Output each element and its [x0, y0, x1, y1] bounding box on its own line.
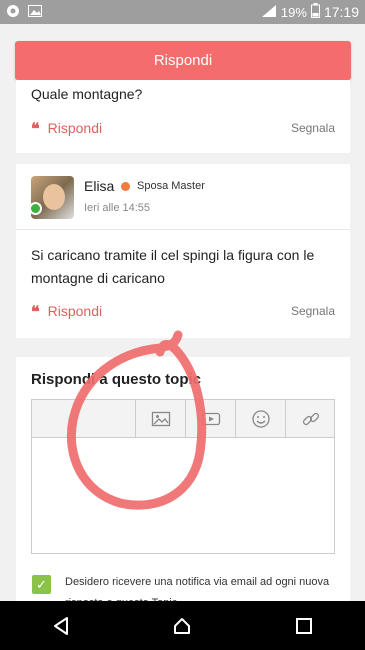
author-role: Sposa Master	[137, 180, 205, 192]
reply-label: Rispondi	[47, 120, 103, 136]
reply-form-title: Rispondi a questo topic	[31, 371, 202, 388]
divider	[16, 229, 350, 230]
report-link[interactable]: Segnala	[291, 304, 335, 318]
previous-post-text: Quale montagne?	[31, 86, 143, 102]
post-reply-link[interactable]: ❝ Rispondi	[31, 302, 102, 321]
editor-toolbar	[32, 400, 334, 438]
quote-icon: ❝	[31, 301, 40, 321]
image-icon	[151, 411, 170, 427]
previous-post-reply-link[interactable]: ❝ Rispondi	[31, 119, 102, 138]
recents-button[interactable]	[284, 606, 324, 646]
post-body: Si caricano tramite il cel spingi la fig…	[31, 247, 315, 286]
link-icon	[302, 412, 319, 426]
record-icon	[6, 4, 20, 21]
reply-form-card: Rispondi a questo topic ✓ Desidero ricev…	[16, 357, 350, 609]
insert-video-button[interactable]	[185, 400, 235, 438]
quote-icon: ❝	[31, 118, 40, 138]
reply-editor[interactable]	[31, 399, 335, 554]
signal-icon	[261, 4, 277, 21]
post-timestamp: Ieri alle 14:55	[84, 202, 151, 214]
video-icon	[201, 412, 220, 426]
back-button[interactable]	[41, 606, 81, 646]
notify-checkbox[interactable]: ✓	[32, 575, 51, 594]
battery-icon	[310, 3, 320, 21]
home-button[interactable]	[162, 606, 202, 646]
insert-image-button[interactable]	[135, 400, 185, 438]
insert-link-button[interactable]	[285, 400, 335, 438]
avatar-face	[43, 184, 65, 210]
previous-post-card: Quale montagne? ❝ Rispondi Segnala	[16, 80, 350, 153]
previous-post-actions: ❝ Rispondi Segnala	[31, 118, 335, 138]
back-icon	[53, 616, 68, 635]
insert-emoji-button[interactable]	[235, 400, 285, 438]
emoji-icon	[251, 410, 270, 428]
recents-icon	[296, 617, 313, 634]
navigation-bar	[0, 601, 365, 650]
status-bar: 19% 17:19	[0, 0, 365, 24]
reply-label: Rispondi	[47, 303, 103, 319]
post-actions: ❝ Rispondi Segnala	[31, 301, 335, 321]
report-link[interactable]: Segnala	[291, 121, 335, 135]
battery-percentage: 19%	[280, 4, 307, 20]
online-status-dot	[29, 202, 42, 215]
author-name[interactable]: Elisa	[84, 178, 114, 194]
post-card: Elisa Sposa Master Ieri alle 14:55 Si ca…	[16, 164, 350, 338]
gallery-notification-icon	[28, 4, 42, 20]
reply-button[interactable]: Rispondi	[15, 41, 351, 80]
clock: 17:19	[323, 4, 359, 20]
home-icon	[174, 617, 191, 634]
rank-badge-icon	[121, 182, 130, 191]
